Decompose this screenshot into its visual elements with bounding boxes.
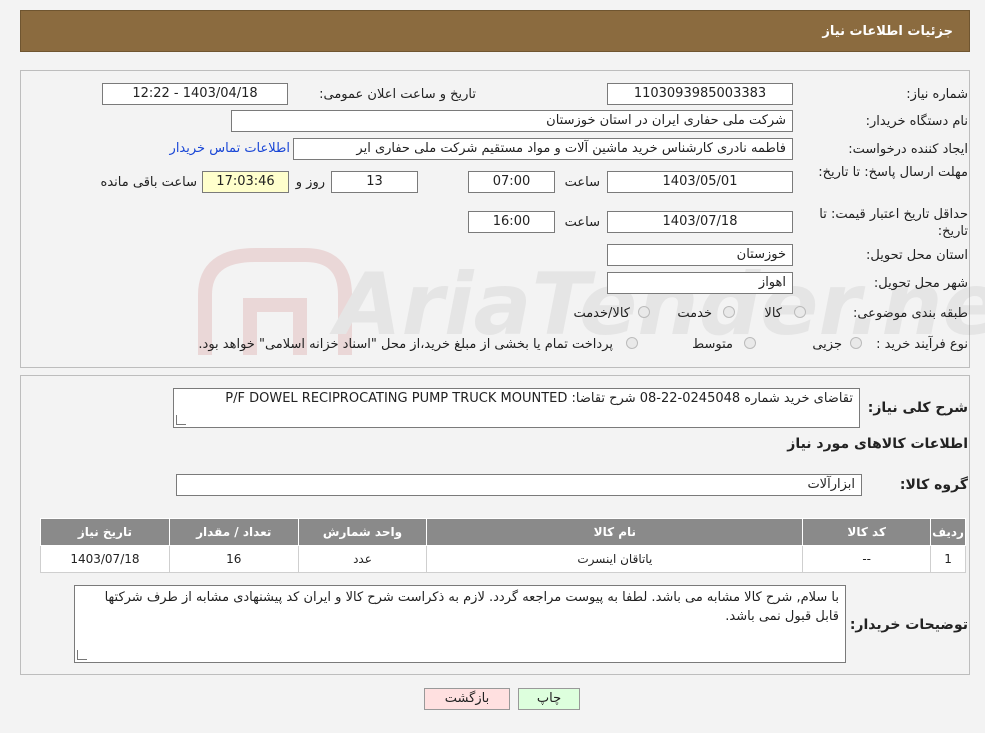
purchase-type-note: پرداخت تمام یا بخشی از مبلغ خرید،از محل … <box>198 337 613 352</box>
purchase-type-radio-treasury[interactable] <box>626 337 638 349</box>
city-field: اهواز <box>607 272 793 294</box>
validity-label: حداقل تاریخ اعتبار قیمت: تا تاریخ: <box>819 207 968 239</box>
buyer-org-label: نام دستگاه خریدار: <box>865 114 968 129</box>
purchase-type-option-medium: متوسط <box>692 337 733 352</box>
deadline-days-label: روز و <box>295 175 325 190</box>
items-table: ردیف کد کالا نام کالا واحد شمارش تعداد /… <box>40 518 966 573</box>
table-row: 1 -- یاتاقان اینسرت عدد 16 1403/07/18 <box>40 545 966 573</box>
page-header: جزئیات اطلاعات نیاز <box>20 10 970 52</box>
validity-time-field: 16:00 <box>468 211 555 233</box>
creator-field: فاطمه نادری کارشناس خرید ماشین آلات و مو… <box>293 138 793 160</box>
resize-handle-icon[interactable] <box>176 415 186 425</box>
description-field: تقاضای خرید شماره 0245048-22-08 شرح تقاض… <box>173 388 860 428</box>
goods-group-label: گروه کالا: <box>899 477 968 493</box>
cell-need-date: 1403/07/18 <box>40 545 170 573</box>
category-radio-service[interactable] <box>723 306 735 318</box>
purchase-type-option-minor: جزیی <box>812 337 842 352</box>
buyer-notes-label: توضیحات خریدار: <box>849 617 968 633</box>
creator-label: ایجاد کننده درخواست: <box>848 142 968 157</box>
col-quantity: تعداد / مقدار <box>168 518 299 546</box>
category-option-goods-service: کالا/خدمت <box>573 306 630 321</box>
announce-label: تاریخ و ساعت اعلان عمومی: <box>319 87 476 102</box>
deadline-time-label: ساعت <box>564 175 600 190</box>
remaining-time-field: 17:03:46 <box>202 171 289 193</box>
back-button[interactable]: بازگشت <box>424 688 510 710</box>
remaining-time-label: ساعت باقی مانده <box>100 175 197 190</box>
category-option-service: خدمت <box>677 306 712 321</box>
deadline-days-field: 13 <box>331 171 418 193</box>
description-label: شرح کلی نیاز: <box>867 400 968 416</box>
buyer-org-field: شرکت ملی حفاری ایران در استان خوزستان <box>231 110 793 132</box>
deadline-label: مهلت ارسال پاسخ: تا تاریخ: <box>818 165 968 180</box>
buyer-notes-field: با سلام, شرح کالا مشابه می باشد. لطفا به… <box>74 585 846 663</box>
category-radio-goods[interactable] <box>794 306 806 318</box>
province-label: استان محل تحویل: <box>866 248 968 263</box>
col-item-code: کد کالا <box>802 518 932 546</box>
city-label: شهر محل تحویل: <box>873 276 968 291</box>
table-header-row: ردیف کد کالا نام کالا واحد شمارش تعداد /… <box>40 518 966 546</box>
need-number-field: 1103093985003383 <box>607 83 793 105</box>
goods-group-field: ابزارآلات <box>176 474 862 496</box>
cell-item-code: -- <box>802 545 932 573</box>
need-number-label: شماره نیاز: <box>906 87 968 102</box>
purchase-type-radio-minor[interactable] <box>850 337 862 349</box>
category-option-goods: کالا <box>764 306 782 321</box>
deadline-time-field: 07:00 <box>468 171 555 193</box>
print-button[interactable]: چاپ <box>518 688 580 710</box>
deadline-date-field: 1403/05/01 <box>607 171 793 193</box>
cell-unit: عدد <box>297 545 428 573</box>
cell-row-number: 1 <box>930 545 966 573</box>
col-item-name: نام کالا <box>426 518 804 546</box>
col-row-number: ردیف <box>930 518 966 546</box>
buyer-contact-link[interactable]: اطلاعات تماس خریدار <box>170 141 290 156</box>
buyer-notes-text: با سلام, شرح کالا مشابه می باشد. لطفا به… <box>104 590 839 624</box>
province-field: خوزستان <box>607 244 793 266</box>
validity-time-label: ساعت <box>564 215 600 230</box>
col-unit: واحد شمارش <box>297 518 428 546</box>
category-label: طبقه بندی موضوعی: <box>852 306 968 321</box>
announce-field: 1403/04/18 - 12:22 <box>102 83 288 105</box>
description-text: تقاضای خرید شماره 0245048-22-08 شرح تقاض… <box>225 391 853 406</box>
cell-quantity: 16 <box>168 545 299 573</box>
purchase-type-label: نوع فرآیند خرید : <box>876 337 968 352</box>
goods-section-title: اطلاعات کالاهای مورد نیاز <box>787 436 968 452</box>
category-radio-goods-service[interactable] <box>638 306 650 318</box>
validity-date-field: 1403/07/18 <box>607 211 793 233</box>
resize-handle-icon[interactable] <box>77 650 87 660</box>
cell-item-name: یاتاقان اینسرت <box>426 545 804 573</box>
col-need-date: تاریخ نیاز <box>40 518 170 546</box>
purchase-type-radio-medium[interactable] <box>744 337 756 349</box>
page-title: جزئیات اطلاعات نیاز <box>822 24 953 39</box>
